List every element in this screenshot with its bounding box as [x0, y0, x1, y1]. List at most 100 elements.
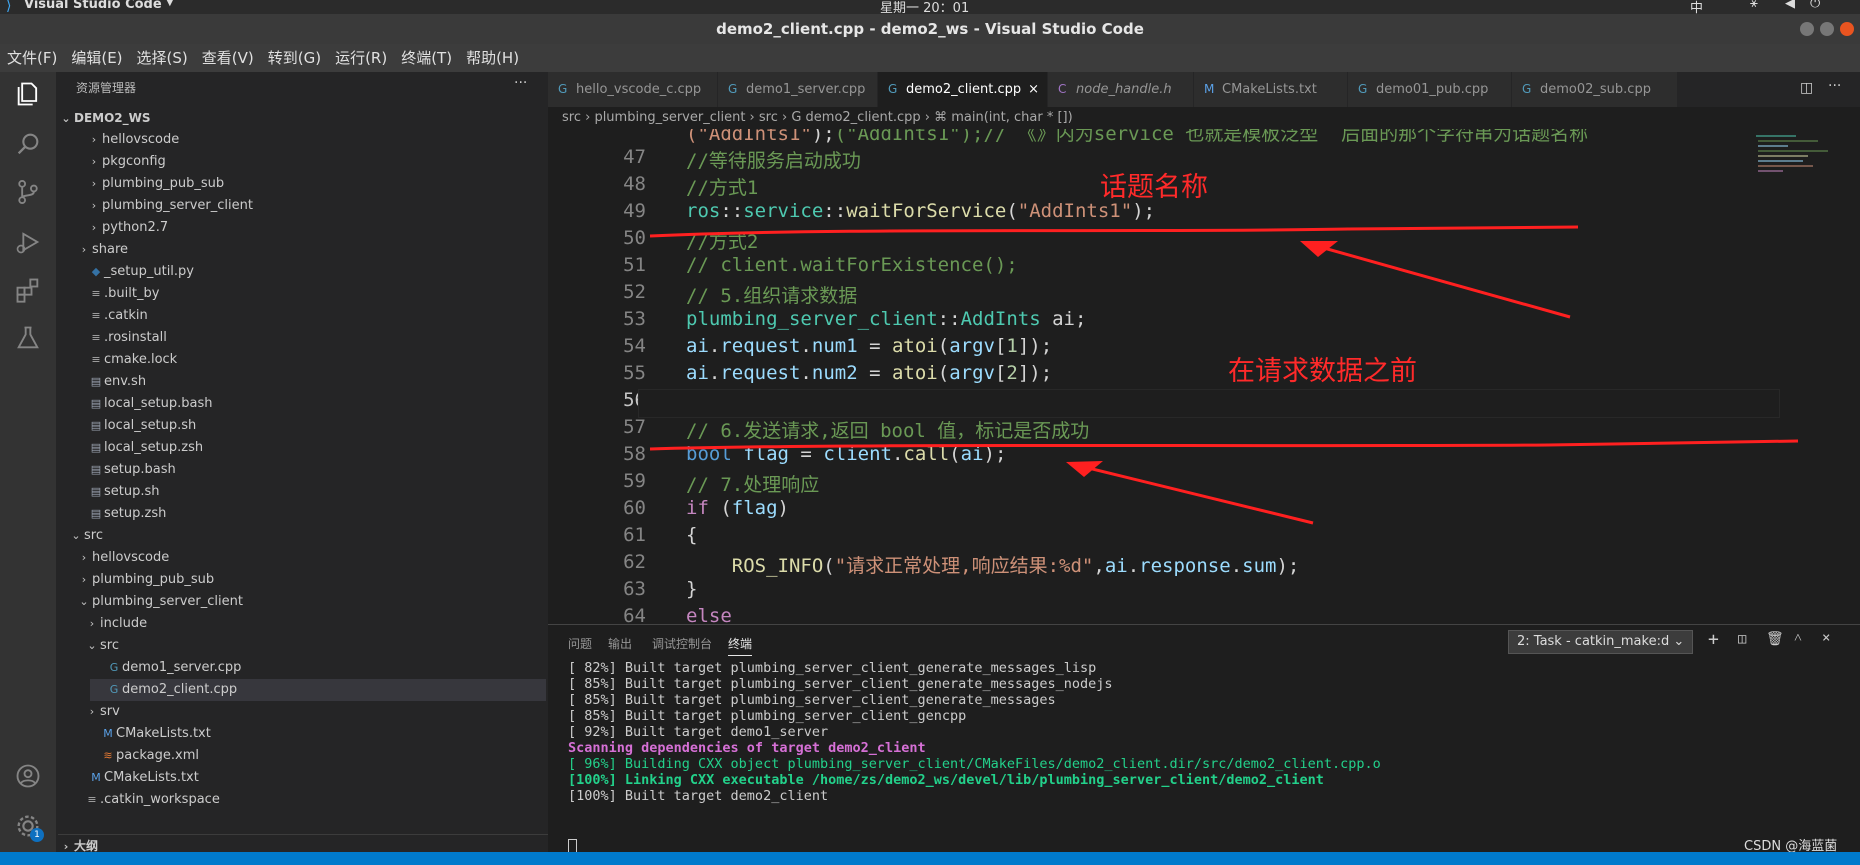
workspace-header[interactable]: ⌄ DEMO2_WS	[58, 107, 150, 129]
tree-item[interactable]: ◆ _setup_util.py	[72, 261, 194, 283]
menu-file[interactable]: 文件(F)	[0, 44, 64, 72]
volume-icon[interactable]: ◀	[1785, 0, 1795, 11]
split-terminal-icon[interactable]: ◫	[1738, 631, 1746, 647]
tree-item[interactable]: ≋ package.xml	[84, 745, 199, 767]
file-type-icon: G	[888, 82, 898, 96]
menu-go[interactable]: 转到(G)	[261, 44, 328, 72]
explorer-title: 资源管理器	[76, 81, 137, 95]
window-title: demo2_client.cpp - demo2_ws - Visual Stu…	[716, 20, 1144, 38]
editor-tab[interactable]: M CMakeLists.txt	[1194, 72, 1348, 107]
terminal-select[interactable]: 2: Task - catkin_make:d ⌄	[1508, 630, 1694, 654]
tree-item-label: .catkin	[104, 308, 148, 323]
account-icon[interactable]	[14, 762, 42, 790]
tree-item[interactable]: › plumbing_pub_sub	[86, 173, 224, 195]
editor-tab[interactable]: Gdemo1_server.cpp	[718, 72, 878, 107]
tree-item[interactable]: ⌄ src	[68, 525, 103, 547]
split-editor-icon[interactable]: ◫	[1800, 80, 1813, 96]
tree-item[interactable]: ≡ .catkin_workspace	[68, 789, 219, 811]
maximize-button[interactable]	[1820, 22, 1834, 36]
tree-item[interactable]: ≡ .catkin	[72, 305, 148, 327]
menu-help[interactable]: 帮助(H)	[459, 44, 526, 72]
power-icon[interactable]: ⏻	[1810, 0, 1820, 11]
breadcrumb[interactable]: src › plumbing_server_client › src › G d…	[548, 107, 1860, 129]
tree-item-label: plumbing_pub_sub	[92, 572, 215, 587]
extensions-icon[interactable]	[14, 276, 42, 304]
tree-item[interactable]: ▤ env.sh	[72, 371, 146, 393]
close-window-button[interactable]	[1840, 22, 1854, 36]
tree-item[interactable]: ≡ .built_by	[72, 283, 159, 305]
testing-flask-icon[interactable]	[14, 324, 42, 352]
tree-item[interactable]: M CMakeLists.txt	[72, 767, 199, 789]
tree-item-label: hellovscode	[102, 132, 180, 147]
menu-terminal[interactable]: 终端(T)	[394, 44, 459, 72]
tree-item[interactable]: › plumbing_pub_sub	[76, 569, 214, 591]
tree-item[interactable]: › pkgconfig	[86, 151, 166, 173]
tree-item[interactable]: ≡ cmake.lock	[72, 349, 177, 371]
tree-item[interactable]: ▤ setup.sh	[72, 481, 160, 503]
tree-item-label: demo1_server.cpp	[122, 660, 242, 675]
tab-debug-console[interactable]: 调试控制台	[652, 635, 712, 652]
close-panel-icon[interactable]: ×	[1822, 630, 1830, 646]
editor-tab[interactable]: Gdemo2_client.cpp ×	[878, 72, 1048, 107]
tree-item[interactable]: › plumbing_server_client	[86, 195, 253, 217]
tree-item[interactable]: › share	[76, 239, 128, 261]
close-tab-icon[interactable]: ×	[1028, 72, 1039, 107]
new-terminal-icon[interactable]: +	[1708, 629, 1719, 650]
file-type-icon: G	[109, 661, 119, 674]
more-actions-icon[interactable]: ···	[514, 75, 527, 91]
more-actions-icon[interactable]: ···	[1828, 78, 1841, 94]
os-app-name[interactable]: Visual Studio Code	[24, 0, 162, 12]
menu-edit[interactable]: 编辑(E)	[64, 44, 129, 72]
maximize-panel-icon[interactable]: ˄	[1794, 630, 1802, 647]
tree-item-label: local_setup.zsh	[104, 440, 204, 455]
tree-item[interactable]: Gdemo1_server.cpp	[90, 657, 242, 679]
file-type-icon: ▤	[90, 507, 102, 520]
breadcrumb-path[interactable]: src › plumbing_server_client › src › G d…	[548, 110, 1073, 125]
network-icon[interactable]: ⚹	[1750, 0, 1758, 11]
tree-item[interactable]: ▤ local_setup.sh	[72, 415, 197, 437]
tree-item[interactable]: ▤ local_setup.zsh	[72, 437, 203, 459]
editor-tab[interactable]: Ghello_vscode_c.cpp	[548, 72, 718, 107]
menu-selection[interactable]: 选择(S)	[130, 44, 195, 72]
editor-tab[interactable]: Gdemo01_pub.cpp	[1348, 72, 1512, 107]
tree-item[interactable]: › hellovscode	[86, 129, 179, 151]
menu-view[interactable]: 查看(V)	[195, 44, 261, 72]
editor-tab[interactable]: Cnode_handle.h	[1048, 72, 1194, 107]
tree-item[interactable]: › srv	[84, 701, 120, 723]
search-icon[interactable]	[14, 130, 42, 158]
tree-item[interactable]: ▤ setup.bash	[72, 459, 176, 481]
run-debug-icon[interactable]	[14, 228, 42, 256]
editor-tab[interactable]: Gdemo02_sub.cpp	[1512, 72, 1678, 107]
file-type-icon: ▤	[90, 485, 102, 498]
chevron-icon: ›	[89, 705, 95, 718]
tab-terminal[interactable]: 终端	[728, 635, 753, 656]
minimap[interactable]	[1748, 129, 1848, 309]
minimize-button[interactable]	[1800, 22, 1814, 36]
chevron-icon: ⌄	[71, 529, 81, 542]
tree-item[interactable]: › include	[84, 613, 147, 635]
tree-item[interactable]: ≡ .rosinstall	[72, 327, 166, 349]
tree-item[interactable]: ⌄ plumbing_server_client	[76, 591, 243, 613]
tab-output[interactable]: 输出	[608, 635, 632, 652]
window-title-bar: demo2_client.cpp - demo2_ws - Visual Stu…	[0, 14, 1860, 44]
tree-item[interactable]: Gdemo2_client.cpp	[90, 679, 546, 701]
tree-item[interactable]: M CMakeLists.txt	[84, 723, 211, 745]
terminal-line: [ 85%] Built target plumbing_server_clie…	[568, 708, 967, 724]
tree-item[interactable]: ▤ setup.zsh	[72, 503, 167, 525]
tree-item[interactable]: › hellovscode	[76, 547, 169, 569]
tab-problems[interactable]: 问题	[568, 635, 592, 652]
source-control-icon[interactable]	[14, 178, 42, 206]
trash-icon[interactable]: 🗑	[1766, 631, 1784, 647]
chevron-down-icon: ⌄	[1673, 634, 1685, 649]
terminal-line: Scanning dependencies of target demo2_cl…	[568, 740, 926, 756]
tree-item-label: package.xml	[116, 748, 199, 763]
file-type-icon: ▤	[90, 463, 102, 476]
tree-item[interactable]: ▤ local_setup.bash	[72, 393, 213, 415]
explorer-icon[interactable]	[14, 80, 42, 108]
tree-item[interactable]: ⌄ src	[84, 635, 119, 657]
annotation-topic-name: 话题名称	[1100, 172, 1208, 203]
tab-label: CMakeLists.txt	[1222, 82, 1317, 97]
code-editor[interactable]: ("AddInts1");("AddInts1");// 《》内为service…	[548, 129, 1860, 624]
tree-item[interactable]: › python2.7	[86, 217, 168, 239]
menu-run[interactable]: 运行(R)	[328, 44, 394, 72]
